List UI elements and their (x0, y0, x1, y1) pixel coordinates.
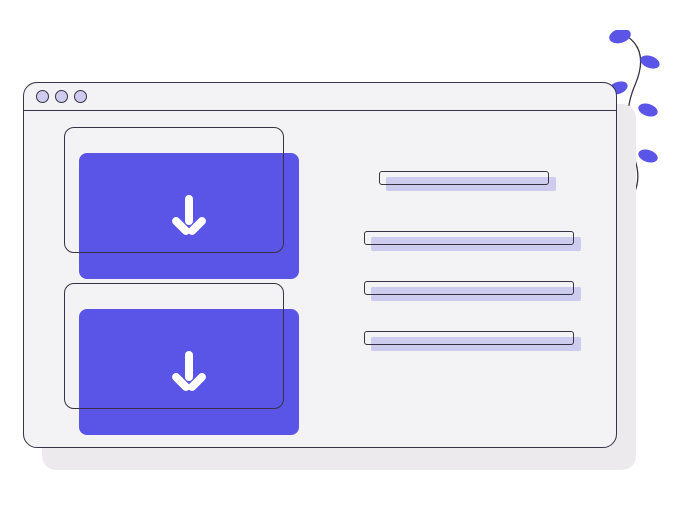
text-bar-4 (364, 331, 574, 345)
text-bar-3 (364, 281, 574, 295)
download-card-1-outline (64, 127, 284, 253)
text-bar-1 (379, 171, 549, 185)
traffic-light-3[interactable] (74, 90, 87, 103)
traffic-light-2[interactable] (55, 90, 68, 103)
text-bar-2 (364, 231, 574, 245)
window-titlebar (24, 83, 616, 111)
browser-window (23, 82, 617, 448)
download-card-2-outline (64, 283, 284, 409)
traffic-light-1[interactable] (36, 90, 49, 103)
window-content (24, 111, 616, 447)
